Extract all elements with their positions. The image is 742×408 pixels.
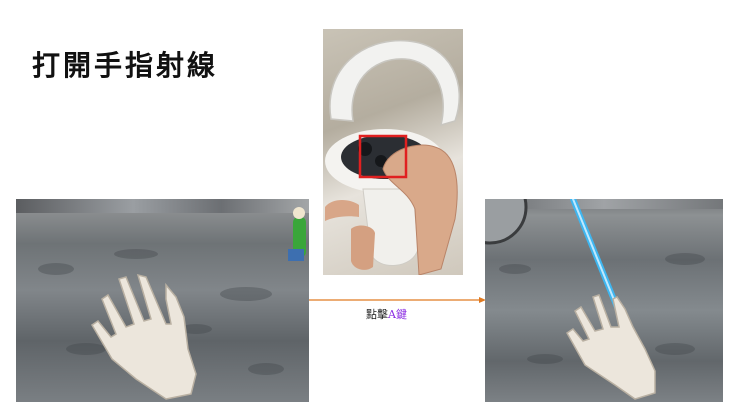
vr-hand-pointing: [566, 294, 656, 400]
vr-hand-after-image: [485, 199, 723, 402]
slide-title: 打開手指射線: [32, 49, 219, 82]
controller-scene: [325, 39, 460, 275]
controller-photo: [323, 29, 463, 275]
green-avatar-figure: [288, 207, 306, 261]
step-caption-key: A鍵: [388, 308, 407, 321]
step-caption-prefix: 點擊: [366, 308, 388, 321]
step-caption: 點擊A鍵: [366, 306, 407, 322]
vr-scene-right: [485, 199, 705, 400]
vr-hand-before-image: [16, 199, 309, 402]
vr-scene-left: [38, 207, 306, 400]
controller-ring: [329, 39, 460, 127]
vr-hand-open: [90, 273, 197, 400]
floating-disc: [485, 199, 528, 245]
